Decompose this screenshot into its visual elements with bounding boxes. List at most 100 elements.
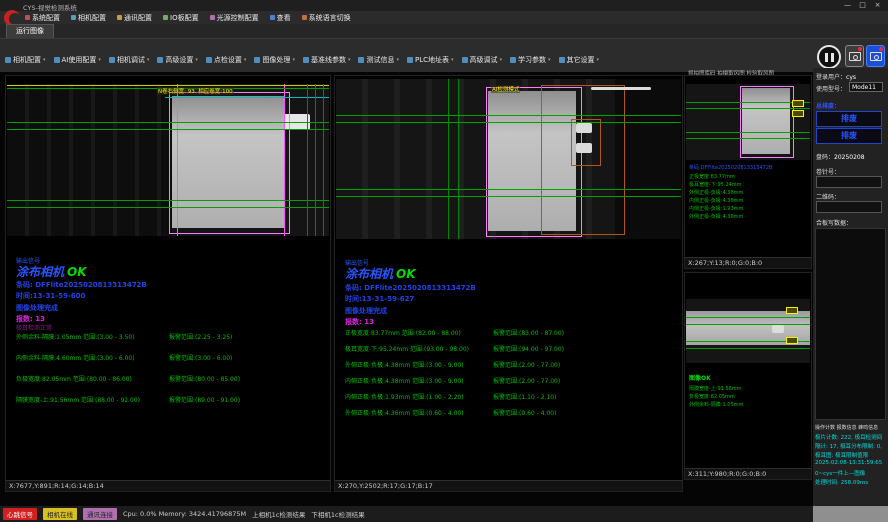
status-bar: 心跳信号 相机在线 通讯连接 Cpu: 0.0% Memory: 3424.41…: [0, 506, 813, 522]
user-value: cys: [846, 74, 856, 81]
code-label: 盘码：: [816, 154, 834, 161]
menu-item-label: 查看: [277, 13, 291, 23]
tab-run-image[interactable]: 运行图像: [6, 24, 54, 38]
preview-panel-bottom[interactable]: 图像OK 隔膜宽度-上:91.56mm 负极宽度:82.05mm 外侧余料-隔膜…: [684, 272, 812, 480]
toolbar: 相机配置▾ AI使用配置▾ 相机调试▾ 高级设置▾ 点检设置▾ 图像处理▾ 基准…: [5, 52, 599, 68]
total-reject-label: 总排废：: [816, 101, 840, 110]
camera-icon: [870, 52, 882, 61]
tool-ai-config[interactable]: AI使用配置▾: [54, 55, 101, 65]
overlay-line: [336, 196, 681, 197]
menu-bar: 系统配置 相机配置 通讯配置 IO板配置 光源控制配置 查看 系统语言切换: [25, 11, 351, 24]
measurement-text: 内侧正极-负极:4.38mm 范围:(3.00 - 9.00): [345, 376, 464, 385]
menu-item-light-config[interactable]: 光源控制配置: [210, 13, 259, 23]
tool-label: 相机调试: [117, 55, 145, 65]
overlay-line: [7, 85, 329, 86]
needle-field[interactable]: [816, 176, 882, 188]
overlay-line: [336, 189, 681, 190]
tool-label: 点检设置: [214, 55, 242, 65]
stat-line: 极耳图: 极耳限制值限: [815, 451, 868, 459]
chevron-down-icon: ▾: [244, 57, 247, 63]
alarm-range-text: 报警范围:(0.60 - 4.00): [493, 408, 556, 417]
heartbeat-badge: 心跳信号: [3, 508, 37, 520]
pixel-coords: X:270,Y:2502;R:17;G:17;B:17: [335, 480, 682, 491]
top-camera-result: 上相机1c检测结果: [252, 509, 305, 519]
model-field[interactable]: Mode11: [849, 82, 883, 92]
cpu-memory-text: Cpu: 0.0% Memory: 3424.41796875M: [123, 510, 246, 518]
bottom-camera-result: 下相机1c检测结果: [311, 509, 364, 519]
measurement-text: 隔膜宽度-上:91.56mm: [689, 385, 742, 392]
camera-image-middle[interactable]: AI检测模式: [336, 79, 681, 239]
tool-icon: [510, 57, 516, 63]
menu-item-language[interactable]: 系统语言切换: [302, 13, 351, 23]
result-ok: 图像OK: [689, 373, 711, 382]
tool-label: AI使用配置: [62, 55, 97, 65]
tool-advanced-debug[interactable]: 高级调试▾: [462, 55, 503, 65]
pixel-coords: X:7677,Y:891;R:14;G:14;B:14: [6, 480, 330, 491]
camera-view-left: N卷右侧宽: 93. 相应卷宽:100 输出信号 涂布相机OK 条码: DFFl…: [5, 75, 331, 492]
menu-item-io-config[interactable]: IO板配置: [163, 13, 199, 23]
tool-learn-params[interactable]: 学习参数▾: [510, 55, 551, 65]
needle-label: 卷针号：: [816, 167, 840, 176]
measurement-row: 内侧正极-负极:1.93mm 范围:(1.00 - 2.20)报警范围:(1.1…: [345, 392, 680, 401]
camera-image-left[interactable]: N卷右侧宽: 93. 相应卷宽:100: [7, 84, 329, 236]
result-title: 涂布相机: [345, 267, 393, 281]
tool-camera-config[interactable]: 相机配置▾: [5, 55, 46, 65]
menu-item-camera-config[interactable]: 相机配置: [71, 13, 106, 23]
overlay-line: [7, 122, 329, 123]
tool-test-info[interactable]: 测试信息▾: [358, 55, 399, 65]
measurement-text: 外侧正极-负极:4.36mm: [689, 213, 743, 220]
barcode-text: 条码:DFFlite2025020813313472B: [689, 164, 772, 171]
minimize-button[interactable]: —: [840, 0, 855, 11]
pixel-coords: X:267;Y:13;R:0;G:0;B:0: [685, 257, 811, 268]
result-line: 涂布相机OK: [16, 263, 87, 280]
measurement-text: 外侧正极-负极:4.38mm: [689, 189, 743, 196]
menu-item-label: IO板配置: [170, 13, 199, 23]
mini-label: [786, 307, 798, 314]
roi-box: [169, 92, 290, 234]
tool-icon: [462, 57, 468, 63]
measurement-text: 极耳宽度-下:95.24mm: [689, 181, 742, 188]
model-label: 使用型号：: [816, 84, 846, 93]
tool-image-process[interactable]: 图像处理▾: [254, 55, 295, 65]
chevron-down-icon: ▾: [548, 57, 551, 63]
pixel-coords: X:311;Y:980;R:0;G:0;B:0: [685, 468, 811, 479]
camera-capture-button[interactable]: [845, 45, 864, 67]
tool-advanced-settings[interactable]: 高级设置▾: [157, 55, 198, 65]
overlay-line: [307, 84, 308, 236]
chevron-down-icon: ▾: [292, 57, 295, 63]
menu-icon: [210, 15, 215, 20]
overlay-line: [7, 207, 329, 208]
result-ok: OK: [396, 267, 416, 281]
tool-other-settings[interactable]: 其它设置▾: [559, 55, 600, 65]
machinery-region: [7, 84, 172, 236]
tab-highlight: [576, 143, 592, 153]
menu-item-system-config[interactable]: 系统配置: [25, 13, 60, 23]
write-data-label: 合板写数据：: [816, 218, 852, 227]
tool-spot-check[interactable]: 点检设置▾: [206, 55, 247, 65]
overlay-line: [177, 84, 178, 236]
close-button[interactable]: ×: [870, 0, 885, 11]
overlay-line: [336, 122, 681, 123]
menu-item-comm-config[interactable]: 通讯配置: [117, 13, 152, 23]
tool-label: PLC地址表: [415, 55, 449, 65]
tool-plc-address[interactable]: PLC地址表▾: [407, 55, 454, 65]
alarm-range-text: 报警范围:(1.10 - 2.10): [493, 392, 556, 401]
menu-item-view[interactable]: 查看: [270, 13, 291, 23]
menu-icon: [71, 15, 76, 20]
tool-camera-debug[interactable]: 相机调试▾: [109, 55, 150, 65]
overlay-line: [458, 79, 459, 239]
pause-button[interactable]: [817, 45, 841, 69]
bottom-right-corner: [813, 506, 888, 522]
measurement-row: 内侧余料-隔膜:4.60mm 范围:(3.00 - 6.00)报警范围:(3.0…: [16, 353, 328, 362]
maximize-button[interactable]: □: [855, 0, 870, 11]
qr-field[interactable]: [816, 201, 882, 213]
tool-baseline-params[interactable]: 基准线参数▾: [303, 55, 351, 65]
menu-icon: [302, 15, 307, 20]
chevron-down-icon: ▾: [451, 57, 454, 63]
measurement-text: 正极宽度:83.77mm: [689, 173, 735, 180]
reject-button-1[interactable]: 排废: [816, 111, 882, 127]
camera-capture-button-active[interactable]: [866, 45, 885, 67]
overlay-label: N卷右侧宽: 93. 相应卷宽:100: [157, 87, 234, 95]
reject-button-2[interactable]: 排废: [816, 128, 882, 144]
preview-panel-top[interactable]: 条码:DFFlite2025020813313472B 正极宽度:83.77mm…: [684, 75, 812, 269]
